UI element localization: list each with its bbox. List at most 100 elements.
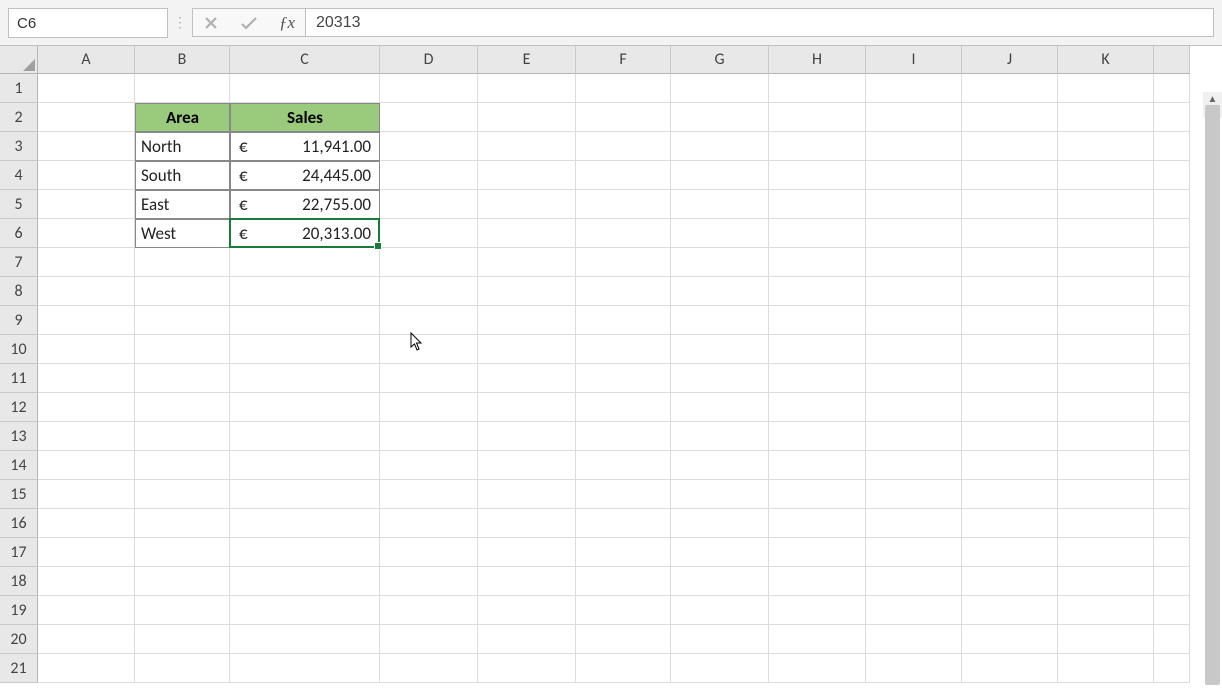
cell-A1[interactable] xyxy=(38,74,135,103)
cell-H5[interactable] xyxy=(769,190,866,219)
cell-F10[interactable] xyxy=(576,335,671,364)
cell-I12[interactable] xyxy=(866,393,962,422)
cell-A2[interactable] xyxy=(38,103,135,132)
cell-L14[interactable] xyxy=(1154,451,1190,480)
cell-L15[interactable] xyxy=(1154,480,1190,509)
cell-D11[interactable] xyxy=(380,364,478,393)
cell-C19[interactable] xyxy=(230,596,380,625)
cell-F19[interactable] xyxy=(576,596,671,625)
insert-function-icon[interactable]: ƒx xyxy=(275,11,299,35)
cell-G3[interactable] xyxy=(671,132,769,161)
cell-I14[interactable] xyxy=(866,451,962,480)
cell-D1[interactable] xyxy=(380,74,478,103)
cell-K18[interactable] xyxy=(1058,567,1154,596)
row-header-12[interactable]: 12 xyxy=(0,393,38,422)
cell-J10[interactable] xyxy=(962,335,1058,364)
cell-H6[interactable] xyxy=(769,219,866,248)
row-header-7[interactable]: 7 xyxy=(0,248,38,277)
cell-K5[interactable] xyxy=(1058,190,1154,219)
cell-G19[interactable] xyxy=(671,596,769,625)
cell-J15[interactable] xyxy=(962,480,1058,509)
select-all-corner[interactable] xyxy=(0,46,38,74)
formula-input[interactable] xyxy=(316,14,1203,32)
cell-F5[interactable] xyxy=(576,190,671,219)
cell-E6[interactable] xyxy=(478,219,576,248)
cell-D4[interactable] xyxy=(380,161,478,190)
cell-A5[interactable] xyxy=(38,190,135,219)
cell-K3[interactable] xyxy=(1058,132,1154,161)
cell-J19[interactable] xyxy=(962,596,1058,625)
cell-J2[interactable] xyxy=(962,103,1058,132)
cell-B19[interactable] xyxy=(135,596,230,625)
cell-G9[interactable] xyxy=(671,306,769,335)
cell-L10[interactable] xyxy=(1154,335,1190,364)
cell-F11[interactable] xyxy=(576,364,671,393)
cell-K12[interactable] xyxy=(1058,393,1154,422)
row-header-18[interactable]: 18 xyxy=(0,567,38,596)
cell-B12[interactable] xyxy=(135,393,230,422)
cell-D19[interactable] xyxy=(380,596,478,625)
cell-G13[interactable] xyxy=(671,422,769,451)
cell-G21[interactable] xyxy=(671,654,769,683)
cell-L6[interactable] xyxy=(1154,219,1190,248)
cell-E13[interactable] xyxy=(478,422,576,451)
col-header-D[interactable]: D xyxy=(380,46,478,74)
cell-F1[interactable] xyxy=(576,74,671,103)
cell-A17[interactable] xyxy=(38,538,135,567)
row-header-15[interactable]: 15 xyxy=(0,480,38,509)
cell-D13[interactable] xyxy=(380,422,478,451)
cell-A4[interactable] xyxy=(38,161,135,190)
cell-B11[interactable] xyxy=(135,364,230,393)
cell-D10[interactable] xyxy=(380,335,478,364)
formula-input-wrapper[interactable] xyxy=(305,8,1214,37)
row-header-13[interactable]: 13 xyxy=(0,422,38,451)
cell-A16[interactable] xyxy=(38,509,135,538)
cell-D6[interactable] xyxy=(380,219,478,248)
cell-L16[interactable] xyxy=(1154,509,1190,538)
cell-I5[interactable] xyxy=(866,190,962,219)
row-header-11[interactable]: 11 xyxy=(0,364,38,393)
cell-G20[interactable] xyxy=(671,625,769,654)
cell-I17[interactable] xyxy=(866,538,962,567)
row-header-4[interactable]: 4 xyxy=(0,161,38,190)
cell-L8[interactable] xyxy=(1154,277,1190,306)
cell-I6[interactable] xyxy=(866,219,962,248)
cell-B7[interactable] xyxy=(135,248,230,277)
cell-B14[interactable] xyxy=(135,451,230,480)
cell-H8[interactable] xyxy=(769,277,866,306)
cell-A3[interactable] xyxy=(38,132,135,161)
cell-F13[interactable] xyxy=(576,422,671,451)
row-header-9[interactable]: 9 xyxy=(0,306,38,335)
cell-J13[interactable] xyxy=(962,422,1058,451)
cell-K10[interactable] xyxy=(1058,335,1154,364)
col-header-C[interactable]: C xyxy=(230,46,380,74)
cell-H1[interactable] xyxy=(769,74,866,103)
cell-F18[interactable] xyxy=(576,567,671,596)
cell-I21[interactable] xyxy=(866,654,962,683)
cell-B3[interactable]: North xyxy=(135,132,230,161)
cell-E4[interactable] xyxy=(478,161,576,190)
col-header-K[interactable]: K xyxy=(1058,46,1154,74)
cell-J3[interactable] xyxy=(962,132,1058,161)
row-header-1[interactable]: 1 xyxy=(0,74,38,103)
cell-H21[interactable] xyxy=(769,654,866,683)
row-header-20[interactable]: 20 xyxy=(0,625,38,654)
col-header-L[interactable] xyxy=(1154,46,1190,74)
cell-K21[interactable] xyxy=(1058,654,1154,683)
cell-F15[interactable] xyxy=(576,480,671,509)
cell-I3[interactable] xyxy=(866,132,962,161)
cell-C14[interactable] xyxy=(230,451,380,480)
cell-G2[interactable] xyxy=(671,103,769,132)
cell-I4[interactable] xyxy=(866,161,962,190)
cell-I15[interactable] xyxy=(866,480,962,509)
cell-B8[interactable] xyxy=(135,277,230,306)
cell-E3[interactable] xyxy=(478,132,576,161)
cell-I2[interactable] xyxy=(866,103,962,132)
cell-H7[interactable] xyxy=(769,248,866,277)
cell-B9[interactable] xyxy=(135,306,230,335)
cell-G1[interactable] xyxy=(671,74,769,103)
cell-H10[interactable] xyxy=(769,335,866,364)
cell-C13[interactable] xyxy=(230,422,380,451)
cell-L21[interactable] xyxy=(1154,654,1190,683)
cell-J5[interactable] xyxy=(962,190,1058,219)
